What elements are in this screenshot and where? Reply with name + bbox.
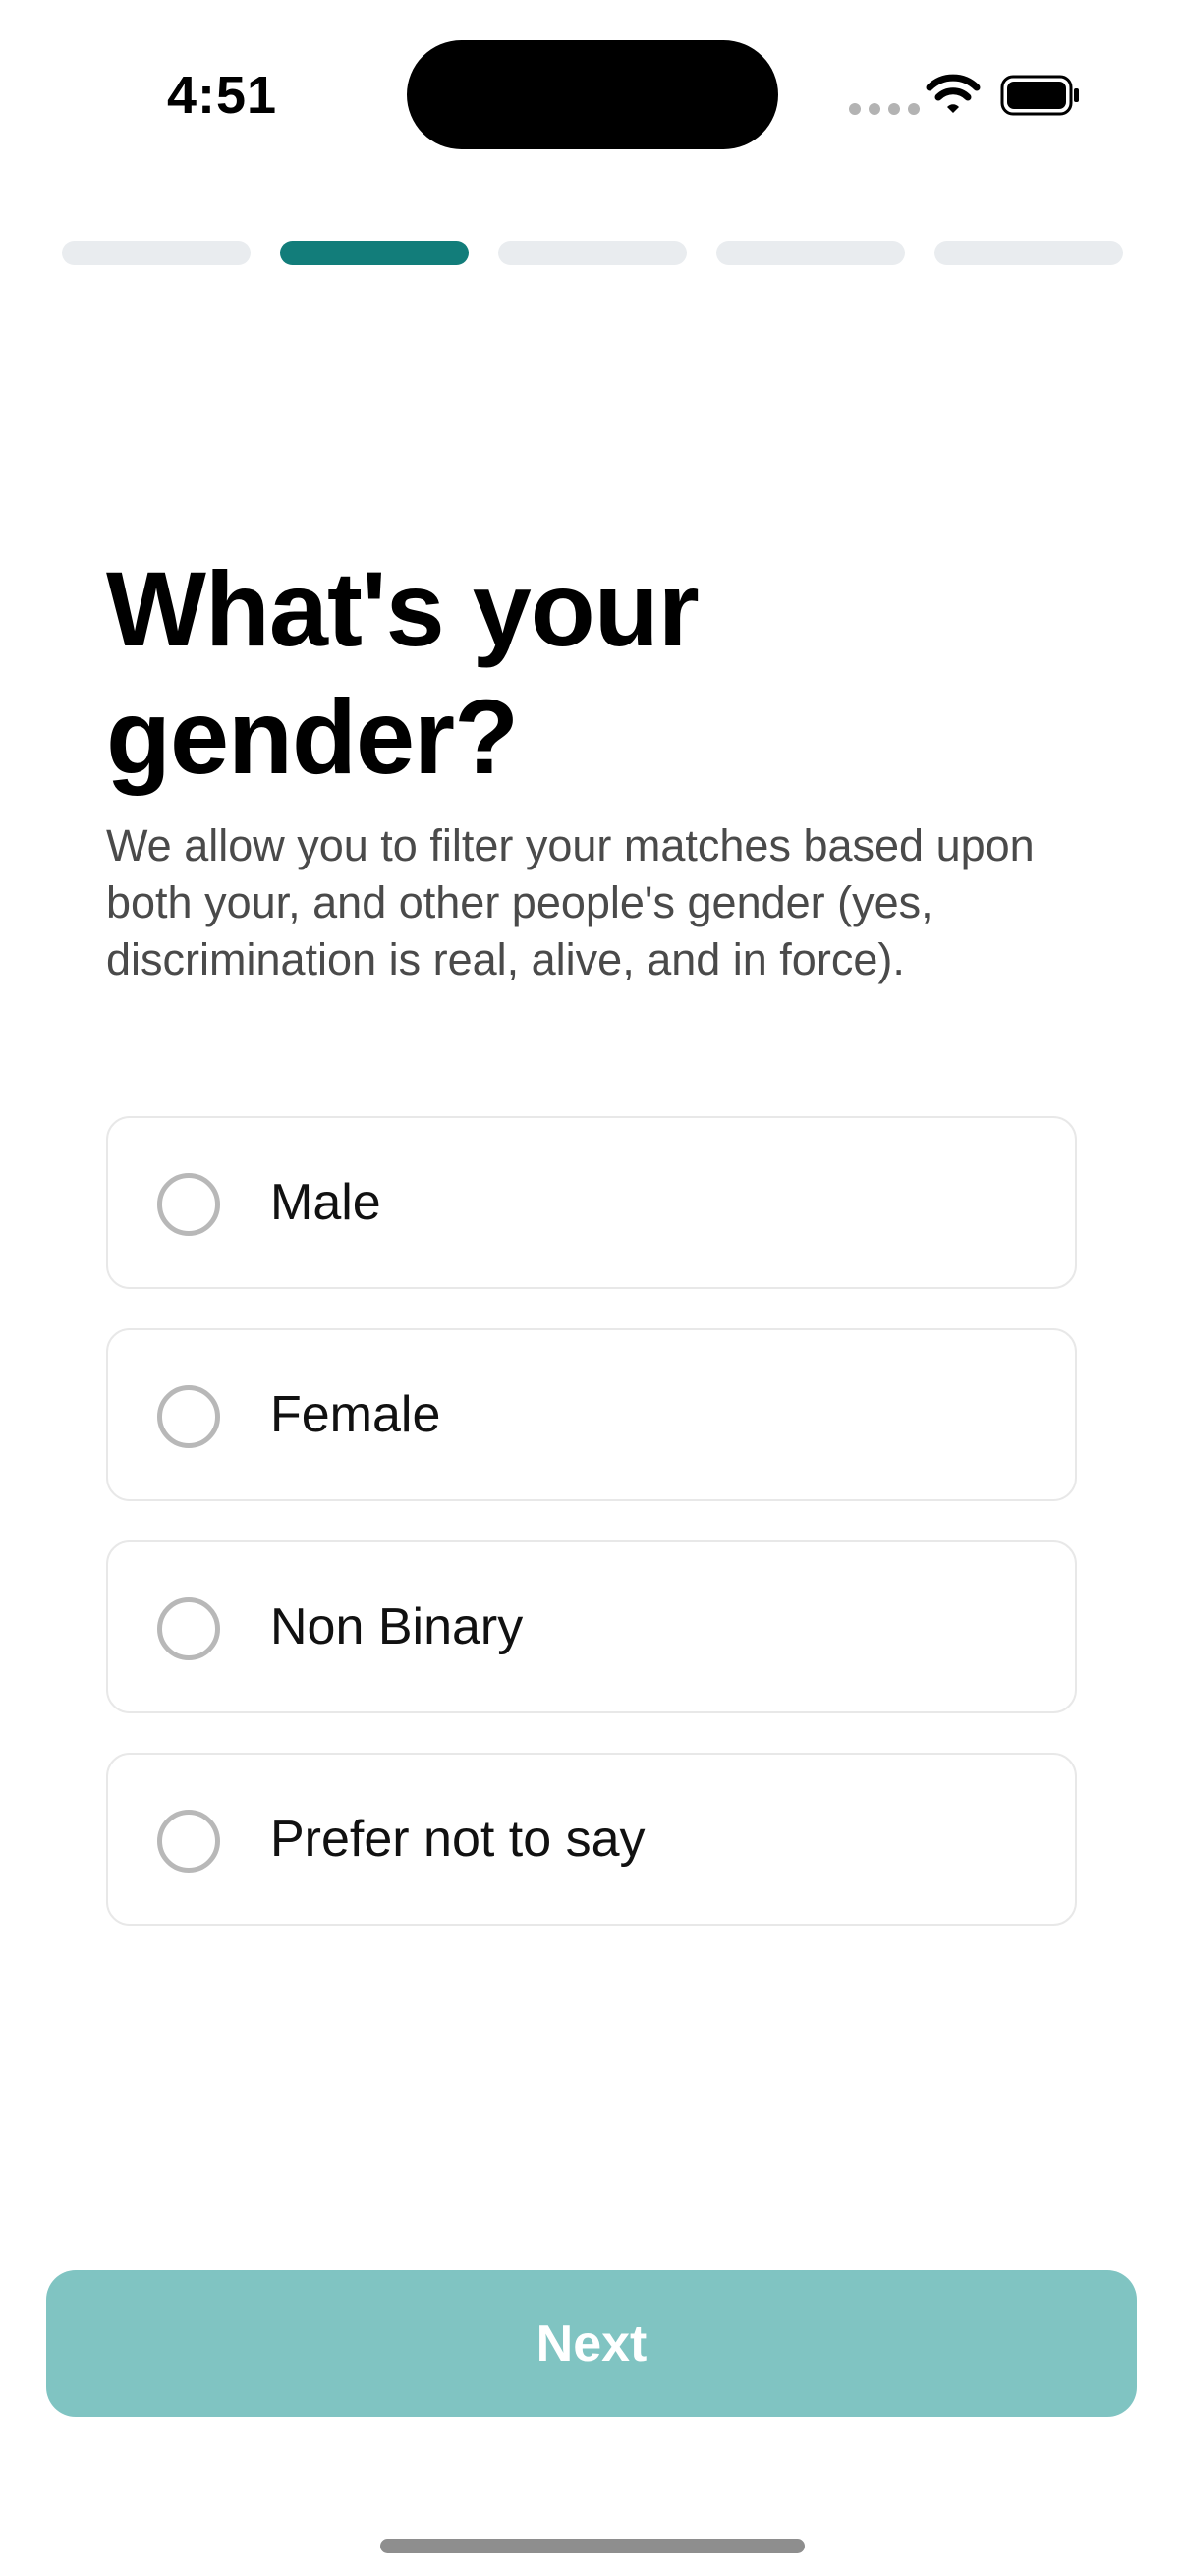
radio-button-icon[interactable] [157, 1810, 220, 1873]
wifi-icon [926, 74, 981, 113]
cellular-signal-icon [849, 103, 920, 115]
progress-step-5 [934, 241, 1123, 265]
option-label: Prefer not to say [270, 1811, 646, 1868]
option-label: Non Binary [270, 1598, 524, 1655]
onboarding-progress-bar [62, 241, 1123, 265]
radio-button-icon[interactable] [157, 1385, 220, 1448]
dynamic-island [407, 40, 778, 149]
next-button[interactable]: Next [46, 2270, 1137, 2417]
option-label: Female [270, 1386, 441, 1443]
radio-button-icon[interactable] [157, 1173, 220, 1236]
gender-option-prefer-not-to-say[interactable]: Prefer not to say [106, 1753, 1077, 1926]
battery-icon [1000, 75, 1079, 116]
progress-step-2-current [280, 241, 469, 265]
progress-step-4 [716, 241, 905, 265]
home-indicator[interactable] [380, 2539, 805, 2553]
page-description: We allow you to filter your matches base… [106, 820, 1035, 984]
gender-option-female[interactable]: Female [106, 1328, 1077, 1501]
progress-step-1 [62, 241, 251, 265]
status-time: 4:51 [167, 66, 278, 125]
option-label: Male [270, 1174, 381, 1231]
progress-step-3 [498, 241, 687, 265]
gender-option-non-binary[interactable]: Non Binary [106, 1540, 1077, 1713]
radio-button-icon[interactable] [157, 1597, 220, 1660]
gender-option-male[interactable]: Male [106, 1116, 1077, 1289]
page-title: What's your gender? [106, 549, 700, 796]
status-bar: 4:51 [0, 0, 1185, 187]
